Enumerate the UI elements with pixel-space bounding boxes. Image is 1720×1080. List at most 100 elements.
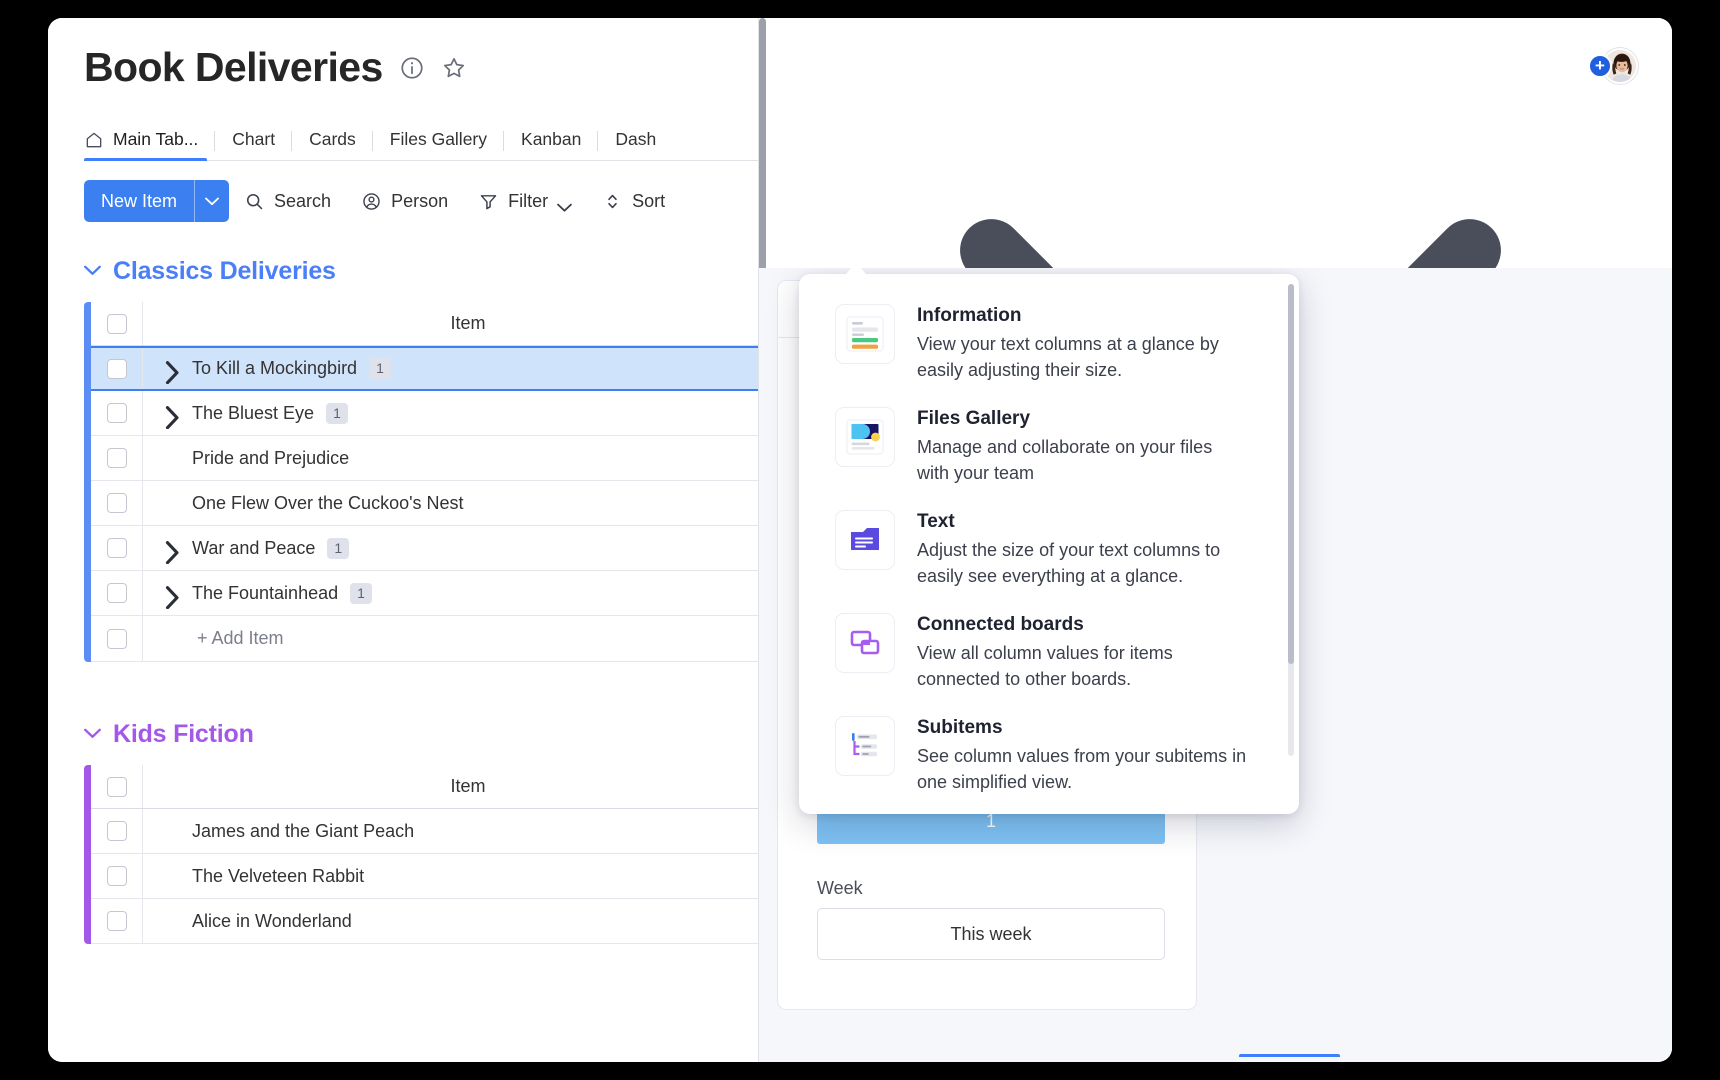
dropdown-scrollbar-thumb[interactable] [1288,284,1294,664]
add-item-row[interactable]: + Add Item [91,616,758,663]
table-row[interactable]: One Flew Over the Cuckoo's Nest [91,481,758,527]
widget-option-text: Information View your text columns at a … [917,304,1265,383]
row-item-cell[interactable]: James and the Giant Peach [143,809,758,853]
row-item-label: The Bluest Eye [192,402,315,423]
row-checkbox[interactable] [106,448,127,469]
add-item-label[interactable]: + Add Item [143,628,758,649]
chevron-right-icon[interactable] [165,405,180,429]
group-kids-fiction: Kids Fiction Item James and the Giant Pe… [48,720,758,945]
row-item-cell[interactable]: War and Peace 1 [143,526,758,570]
table-row[interactable]: Pride and Prejudice [91,436,758,482]
tab-cards[interactable]: Cards [292,129,373,161]
table-header-row: Item [91,765,758,810]
row-checkbox[interactable] [106,911,127,932]
row-item-cell[interactable]: Pride and Prejudice [143,436,758,480]
row-checkbox-cell[interactable] [91,436,143,481]
row-item-cell[interactable]: One Flew Over the Cuckoo's Nest [143,481,758,525]
select-all-cell[interactable] [91,302,143,346]
row-checkbox[interactable] [106,821,127,842]
invite-member-button[interactable]: + [1588,54,1612,78]
chevron-right-icon[interactable] [165,585,180,609]
tab-files-gallery[interactable]: Files Gallery [373,129,505,161]
subitem-count-badge: 1 [327,537,350,559]
table-row[interactable]: The Bluest Eye 1 [91,391,758,437]
row-checkbox-cell[interactable] [91,899,143,944]
widget-option-text[interactable]: Text Adjust the size of your text column… [799,498,1299,601]
row-checkbox[interactable] [106,538,127,559]
row-checkbox[interactable] [106,583,127,604]
table-row[interactable]: To Kill a Mockingbird 1 [91,346,758,392]
chevron-down-icon[interactable] [84,263,101,280]
group-color-strip [84,765,91,945]
row-item-cell[interactable]: The Velveteen Rabbit [143,854,758,898]
chevron-down-icon[interactable] [557,196,572,212]
widget-option-information[interactable]: Information View your text columns at a … [799,292,1299,395]
app-window: Book Deliveries Main Tab... Chart Cards … [48,18,1672,1062]
item-detail-panel: To Kill a Mockingbird + [758,18,1672,1062]
person-icon [361,191,382,212]
chevron-down-icon[interactable] [84,726,101,743]
select-all-cell[interactable] [91,765,143,809]
table-row[interactable]: The Fountainhead 1 [91,571,758,617]
row-checkbox-cell[interactable] [91,854,143,899]
tab-dashboard[interactable]: Dash [598,129,673,161]
row-checkbox[interactable] [106,493,127,514]
column-header-label: Item [450,313,486,334]
info-icon[interactable] [399,55,425,81]
row-item-label: Alice in Wonderland [192,910,352,931]
subitem-count-badge: 1 [369,358,391,380]
table-row[interactable]: War and Peace 1 [91,526,758,572]
row-item-cell[interactable]: The Fountainhead 1 [143,571,758,615]
widget-option-title: Information [917,305,1022,326]
row-checkbox[interactable] [106,403,127,424]
filter-label: Filter [508,190,549,211]
select-all-checkbox[interactable] [106,776,127,797]
row-checkbox-cell[interactable] [91,391,143,436]
tab-label: Files Gallery [389,129,488,150]
table-row[interactable]: James and the Giant Peach 1 [91,809,758,855]
add-item-checkbox-cell [91,616,143,662]
chevron-down-icon[interactable] [195,180,229,222]
group-header[interactable]: Kids Fiction [84,720,758,749]
widget-option-files-gallery[interactable]: Files Gallery Manage and collaborate on … [799,395,1299,498]
chevron-right-icon[interactable] [165,540,180,564]
select-all-checkbox[interactable] [106,313,127,334]
widget-option-connected-boards[interactable]: Connected boards View all column values … [799,601,1299,704]
row-checkbox-cell[interactable] [91,481,143,526]
tab-label: Chart [232,129,276,150]
row-checkbox-cell[interactable] [91,348,143,390]
chevron-right-icon[interactable] [165,361,180,385]
tab-main-table[interactable]: Main Tab... [84,129,216,162]
subitem-count-badge: 1 [326,402,348,424]
row-item-cell[interactable]: The Bluest Eye 1 [143,391,758,435]
widget-option-subitems[interactable]: Subitems See column values from your sub… [799,704,1299,807]
row-item-cell[interactable]: Alice in Wonderland [143,899,758,943]
row-checkbox-cell[interactable] [91,526,143,571]
filter-button[interactable]: Filter [463,180,587,222]
column-header-item: Item [143,765,758,808]
row-checkbox-cell[interactable] [91,809,143,854]
widget-option-title: Subitems [917,717,1003,739]
tab-chart[interactable]: Chart [215,129,293,161]
add-widget-dropdown: Information View your text columns at a … [799,268,1299,814]
tab-kanban[interactable]: Kanban [504,129,599,161]
connected-boards-widget-icon [835,613,895,674]
sort-button[interactable]: Sort [587,180,680,222]
group-header[interactable]: Classics Deliveries [84,257,758,286]
table-row[interactable]: Alice in Wonderland [91,899,758,945]
search-button[interactable]: Search [229,180,346,222]
filter-icon [478,191,499,212]
table-row[interactable]: The Velveteen Rabbit [91,854,758,900]
row-checkbox[interactable] [106,358,127,379]
new-item-button[interactable]: New Item [84,180,230,223]
row-checkbox-cell[interactable] [91,571,143,616]
home-icon [84,130,104,150]
week-field-value[interactable]: This week [817,908,1165,960]
row-item-cell[interactable]: To Kill a Mockingbird 1 [143,348,758,389]
board-pane: Book Deliveries Main Tab... Chart Cards … [48,18,758,1062]
person-button[interactable]: Person [346,180,463,222]
group-table: Item To Kill a Mockingbird 1 The Bluest … [84,302,758,663]
star-icon[interactable] [441,55,467,81]
row-checkbox[interactable] [106,866,127,887]
row-item-label: War and Peace [192,537,316,558]
